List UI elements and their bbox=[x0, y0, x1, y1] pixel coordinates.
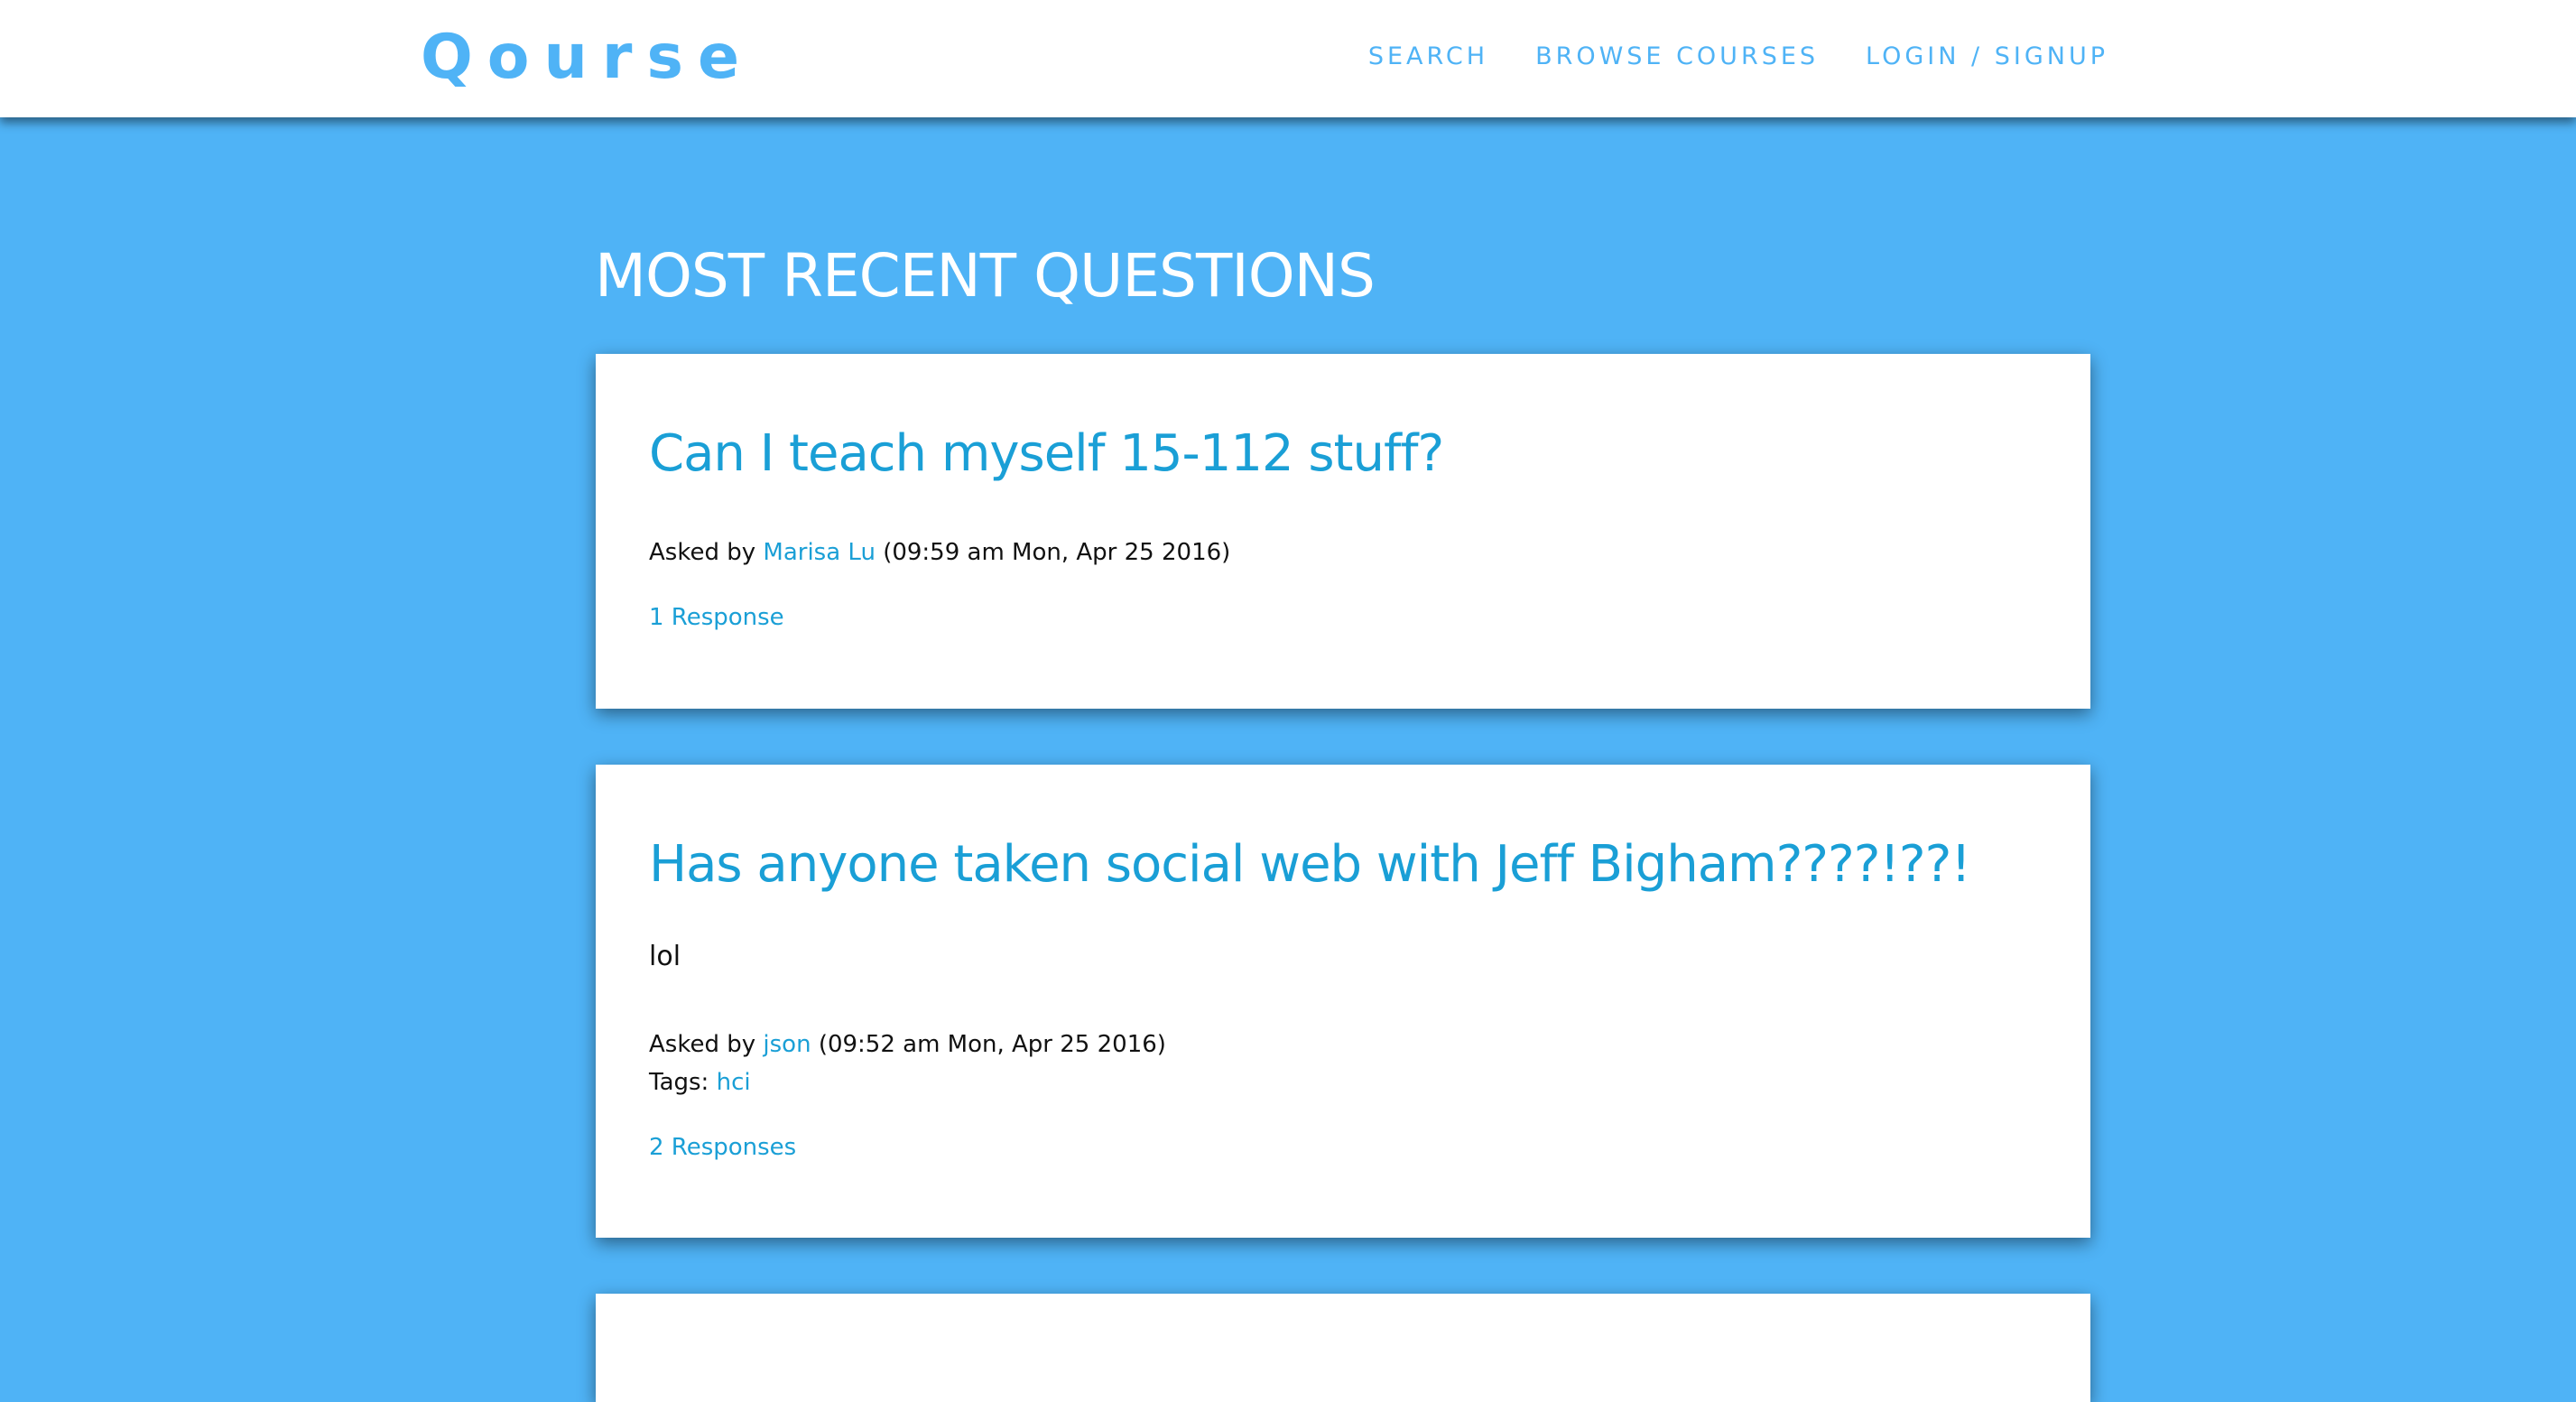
nav-search-link[interactable]: SEARCH bbox=[1368, 42, 1488, 72]
responses-link[interactable]: 2 Responses bbox=[649, 1131, 796, 1164]
responses-link[interactable]: 1 Response bbox=[649, 601, 784, 634]
question-card bbox=[596, 1294, 2090, 1402]
question-title-link[interactable]: Has anyone taken social web with Jeff Bi… bbox=[649, 833, 2037, 896]
nav-browse-courses-link[interactable]: BROWSE COURSES bbox=[1535, 42, 1819, 72]
asked-by-label: Asked by bbox=[649, 1031, 756, 1058]
page-title: MOST RECENT QUESTIONS bbox=[595, 241, 1376, 311]
top-navbar: Qourse SEARCH BROWSE COURSES LOGIN / SIG… bbox=[0, 0, 2576, 117]
tags-label: Tags: bbox=[649, 1069, 709, 1096]
question-body: lol bbox=[649, 941, 681, 972]
question-meta: Asked by Marisa Lu (09:59 am Mon, Apr 25… bbox=[649, 534, 2037, 571]
question-title-link[interactable]: Can I teach myself 15-112 stuff? bbox=[649, 422, 2037, 486]
question-card: Has anyone taken social web with Jeff Bi… bbox=[596, 765, 2090, 1238]
tag-link[interactable]: hci bbox=[717, 1069, 751, 1096]
author-link[interactable]: Marisa Lu bbox=[763, 539, 876, 566]
site-logo[interactable]: Qourse bbox=[421, 20, 754, 96]
question-tags: Tags: hci bbox=[649, 1063, 2037, 1101]
nav-login-signup-link[interactable]: LOGIN / SIGNUP bbox=[1866, 42, 2108, 72]
question-meta: Asked by json (09:52 am Mon, Apr 25 2016… bbox=[649, 1026, 2037, 1063]
question-timestamp: (09:52 am Mon, Apr 25 2016) bbox=[818, 1031, 1166, 1058]
author-link[interactable]: json bbox=[763, 1031, 811, 1058]
question-card: Can I teach myself 15-112 stuff? Asked b… bbox=[596, 354, 2090, 709]
question-timestamp: (09:59 am Mon, Apr 25 2016) bbox=[883, 539, 1231, 566]
main-nav: SEARCH BROWSE COURSES LOGIN / SIGNUP bbox=[1368, 42, 2108, 72]
asked-by-label: Asked by bbox=[649, 539, 756, 566]
